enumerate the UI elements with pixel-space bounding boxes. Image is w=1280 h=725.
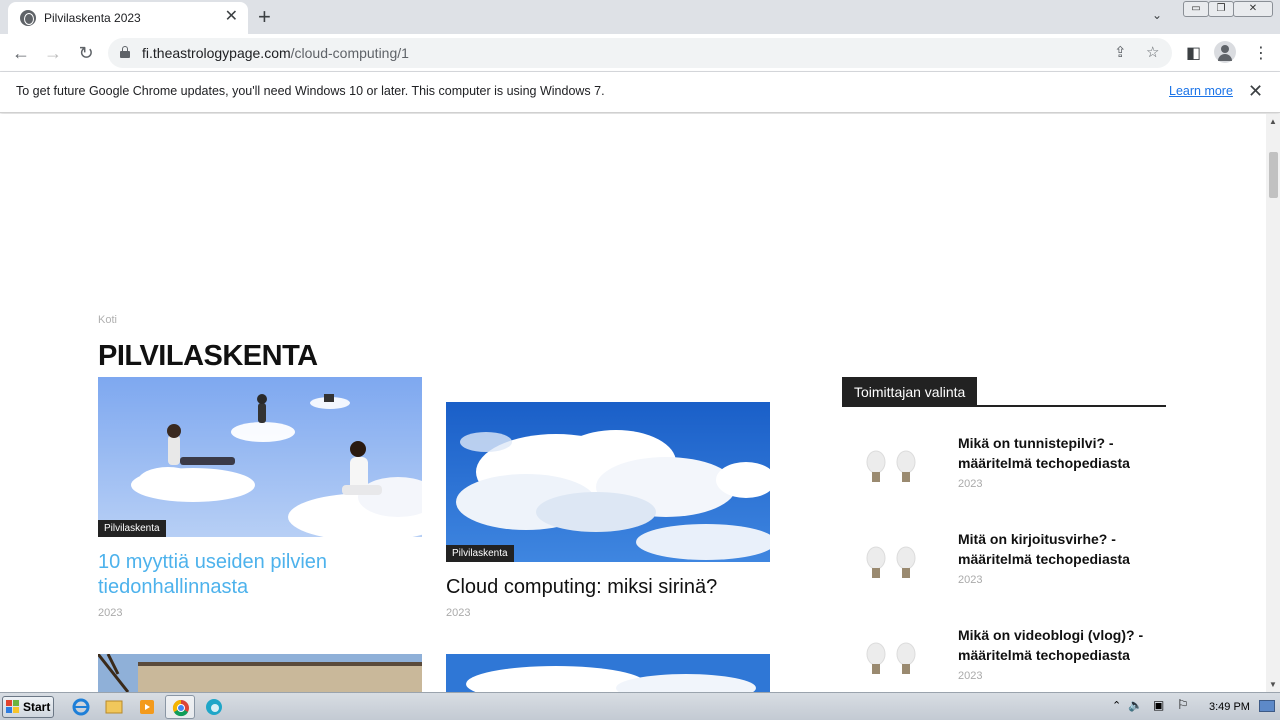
media-player-icon[interactable] bbox=[132, 695, 162, 719]
sidebar-item-title-2[interactable]: Mitä on kirjoitusvirhe? - määritelmä tec… bbox=[958, 529, 1158, 569]
chrome-taskbar-icon[interactable] bbox=[165, 695, 195, 719]
forward-arrow-icon[interactable]: → bbox=[40, 40, 66, 66]
page-content: Koti PILVILASKENTA Pilvilaskenta 10 myyt… bbox=[0, 114, 1266, 692]
profile-avatar-icon[interactable] bbox=[1214, 41, 1236, 63]
address-bar[interactable]: fi.theastrologypage.com/cloud-computing/… bbox=[108, 38, 1172, 68]
tab-search-chevron-icon[interactable]: ⌄ bbox=[1152, 8, 1162, 22]
back-arrow-icon[interactable]: ← bbox=[8, 40, 34, 66]
sidebar-item-title-3[interactable]: Mikä on videoblogi (vlog)? - määritelmä … bbox=[958, 625, 1158, 665]
volume-icon[interactable]: 🔈 bbox=[1128, 698, 1143, 712]
article-image-1[interactable] bbox=[98, 377, 422, 537]
article-title-1[interactable]: 10 myyttiä useiden pilvien tiedonhallinn… bbox=[98, 550, 398, 600]
lock-icon bbox=[120, 46, 130, 58]
tab-strip: Pilvilaskenta 2023 ✕ + ⌄ ▭ ❐ ✕ bbox=[0, 0, 1280, 34]
sidebar-thumb-2[interactable] bbox=[842, 520, 942, 606]
sidebar-item-year-1: 2023 bbox=[958, 478, 983, 490]
category-tag[interactable]: Pilvilaskenta bbox=[446, 545, 514, 562]
tray-expand-icon[interactable]: ⌃ bbox=[1112, 699, 1121, 712]
side-panel-icon[interactable]: ◧ bbox=[1186, 43, 1201, 63]
bookmark-star-icon[interactable]: ☆ bbox=[1146, 43, 1159, 61]
windows-taskbar: Start ⌃ 🔈 ▣ ⚐ 3:49 PM bbox=[0, 692, 1280, 720]
page-title: PILVILASKENTA bbox=[98, 340, 318, 372]
breadcrumb[interactable]: Koti bbox=[98, 314, 117, 326]
learn-more-link[interactable]: Learn more bbox=[1169, 84, 1233, 98]
sidebar-item-year-3: 2023 bbox=[958, 670, 983, 682]
menu-kebab-icon[interactable]: ⋮ bbox=[1253, 43, 1269, 63]
network-icon[interactable]: ▣ bbox=[1153, 698, 1164, 712]
file-explorer-icon[interactable] bbox=[99, 695, 129, 719]
new-tab-button[interactable]: + bbox=[258, 4, 271, 30]
window-close-button[interactable]: ✕ bbox=[1233, 1, 1273, 17]
sidebar-heading: Toimittajan valinta bbox=[842, 377, 978, 407]
article-year-2: 2023 bbox=[446, 607, 471, 619]
url-text: fi.theastrologypage.com/cloud-computing/… bbox=[142, 45, 409, 61]
article-image-4[interactable] bbox=[446, 654, 770, 692]
scroll-up-arrow-icon[interactable]: ▲ bbox=[1269, 117, 1277, 126]
sidebar-thumb-3[interactable] bbox=[842, 616, 942, 692]
sidebar-thumb-1[interactable] bbox=[842, 424, 942, 510]
sidebar-item-year-2: 2023 bbox=[958, 574, 983, 586]
action-center-flag-icon[interactable]: ⚐ bbox=[1177, 697, 1189, 713]
internet-explorer-icon[interactable] bbox=[66, 695, 96, 719]
scrollbar-thumb[interactable] bbox=[1269, 152, 1278, 198]
page-scrollbar[interactable]: ▲ ▼ bbox=[1266, 114, 1280, 692]
close-infobar-icon[interactable]: ✕ bbox=[1248, 81, 1263, 102]
scroll-down-arrow-icon[interactable]: ▼ bbox=[1269, 680, 1277, 689]
share-icon[interactable]: ⇪ bbox=[1114, 43, 1127, 61]
minimize-button[interactable]: ▭ bbox=[1183, 1, 1209, 17]
browser-toolbar: ← → ↻ fi.theastrologypage.com/cloud-comp… bbox=[0, 34, 1280, 72]
article-image-2[interactable] bbox=[446, 402, 770, 562]
windows-logo-icon bbox=[6, 700, 19, 713]
browser-tab[interactable]: Pilvilaskenta 2023 ✕ bbox=[8, 2, 248, 34]
category-tag[interactable]: Pilvilaskenta bbox=[98, 520, 166, 537]
tab-title: Pilvilaskenta 2023 bbox=[44, 11, 141, 25]
globe-icon bbox=[20, 10, 36, 26]
edge-icon[interactable] bbox=[199, 695, 229, 719]
reload-icon[interactable]: ↻ bbox=[73, 40, 99, 66]
infobar-message: To get future Google Chrome updates, you… bbox=[16, 84, 605, 98]
show-desktop-icon[interactable] bbox=[1259, 700, 1275, 712]
article-year-1: 2023 bbox=[98, 607, 123, 619]
article-image-3[interactable] bbox=[98, 654, 422, 692]
clock-time[interactable]: 3:49 PM bbox=[1209, 701, 1250, 713]
close-tab-icon[interactable]: ✕ bbox=[225, 8, 238, 26]
article-title-2[interactable]: Cloud computing: miksi sirinä? bbox=[446, 575, 766, 600]
restore-button[interactable]: ❐ bbox=[1208, 1, 1234, 17]
update-infobar: To get future Google Chrome updates, you… bbox=[0, 72, 1280, 113]
sidebar-item-title-1[interactable]: Mikä on tunnistepilvi? - määritelmä tech… bbox=[958, 433, 1158, 473]
start-button[interactable]: Start bbox=[2, 696, 54, 718]
